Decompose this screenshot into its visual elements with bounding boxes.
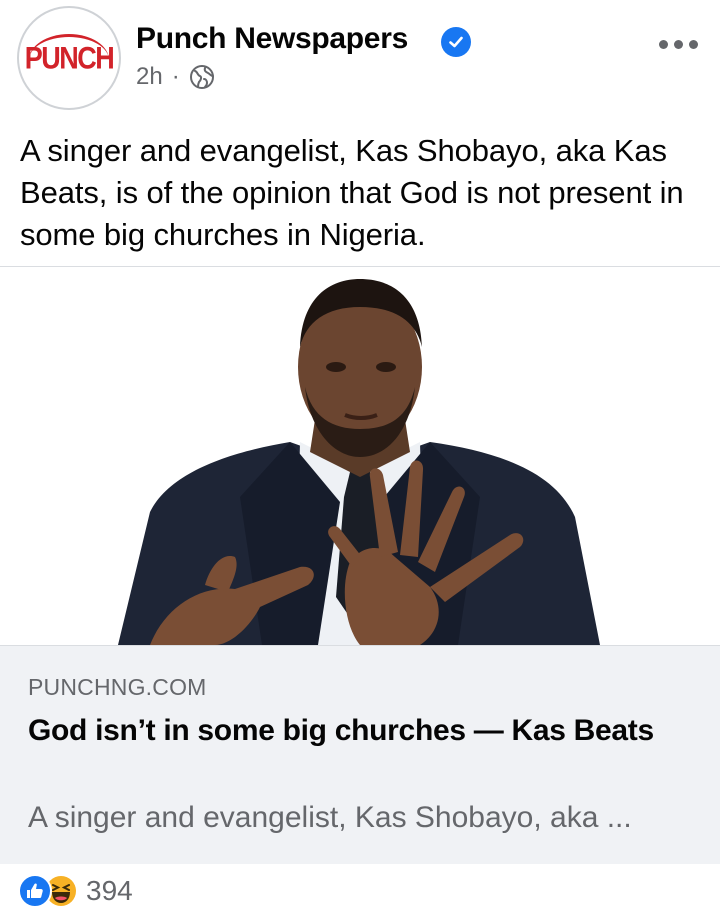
link-description: A singer and evangelist, Kas Shobayo, ak…	[28, 801, 632, 834]
link-domain: PUNCHNG.COM	[28, 674, 207, 700]
like-icon	[18, 874, 52, 908]
more-options-icon[interactable]	[659, 40, 698, 49]
link-title: God isn’t in some big churches — Kas Bea…	[28, 714, 654, 747]
link-preview[interactable]: PUNCHNG.COM God isn’t in some big church…	[0, 645, 720, 864]
verified-badge-icon	[441, 27, 471, 57]
meta-separator: ·	[171, 63, 180, 90]
reaction-count: 394	[86, 875, 133, 906]
punch-logo: PUNCH	[23, 34, 115, 78]
post-header: PUNCH Punch Newspapers 2h ·	[0, 0, 720, 118]
reaction-summary[interactable]: 394	[18, 872, 133, 910]
post-meta: 2h ·	[136, 62, 215, 92]
logo-text: PUNCH	[24, 40, 115, 75]
post-text: A singer and evangelist, Kas Shobayo, ak…	[20, 133, 684, 252]
page-name[interactable]: Punch Newspapers	[136, 22, 408, 56]
page-avatar[interactable]: PUNCH	[17, 6, 121, 110]
post-timestamp[interactable]: 2h	[136, 63, 163, 91]
post-image[interactable]	[0, 267, 720, 645]
globe-icon	[189, 64, 215, 90]
